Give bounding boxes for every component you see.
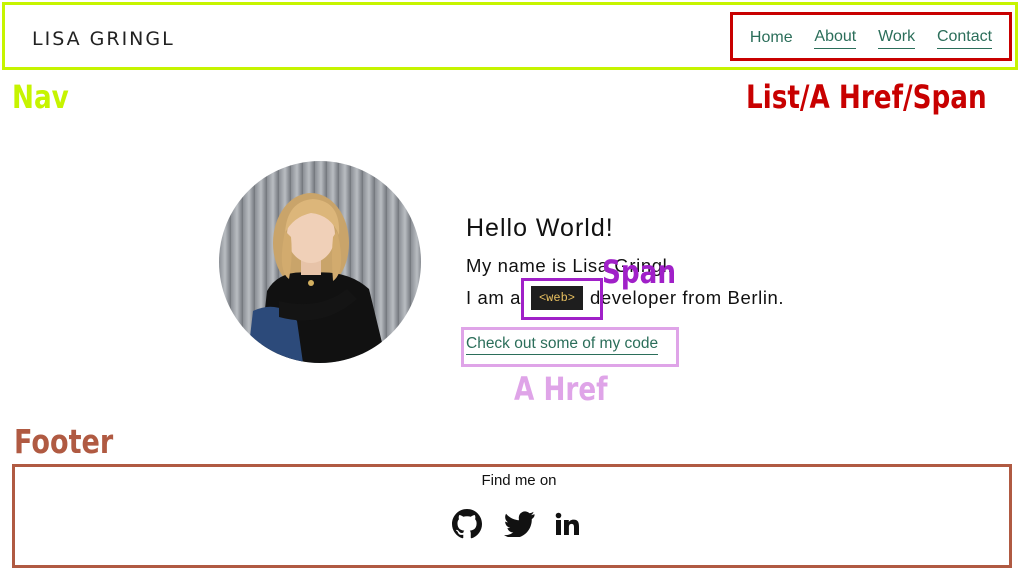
twitter-icon[interactable] bbox=[502, 508, 536, 540]
nav-link-work[interactable]: Work bbox=[878, 28, 916, 49]
nav-link-about[interactable]: About bbox=[814, 28, 857, 49]
profile-photo-illustration bbox=[247, 193, 387, 363]
profile-photo bbox=[219, 161, 421, 363]
nav-link-contact[interactable]: Contact bbox=[936, 28, 993, 49]
github-icon[interactable] bbox=[450, 508, 484, 540]
hero-greeting: Hello World! bbox=[466, 214, 614, 242]
annotation-span: Span bbox=[602, 253, 677, 291]
annotation-footer: Footer bbox=[14, 422, 114, 461]
annotation-nav: Nav bbox=[12, 78, 69, 116]
annotation-list: List/A Href/Span bbox=[746, 78, 987, 116]
hero-role-prefix: I am a bbox=[466, 287, 522, 308]
site-brand[interactable]: LISA GRINGL bbox=[32, 28, 175, 50]
find-me-label: Find me on bbox=[481, 472, 557, 489]
annotation-a-href: A Href bbox=[514, 370, 608, 408]
code-link[interactable]: Check out some of my code bbox=[466, 335, 659, 355]
linkedin-icon[interactable] bbox=[552, 508, 582, 540]
nav-menu: Home About Work Contact bbox=[730, 12, 1012, 61]
span-highlight-box bbox=[521, 278, 603, 320]
nav-link-home[interactable]: Home bbox=[750, 29, 793, 49]
